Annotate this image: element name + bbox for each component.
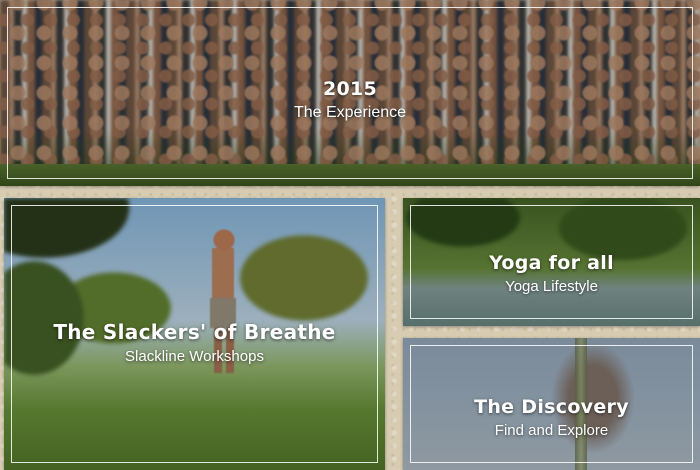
tile-subtitle: Find and Explore [494, 422, 609, 439]
tile-title: 2015 [322, 78, 378, 100]
tile-subtitle: Yoga Lifestyle [505, 278, 598, 295]
tile-caption: The Slackers' of Breathe Slackline Works… [4, 320, 385, 365]
tile-subtitle: Slackline Workshops [125, 348, 264, 365]
tile-slackline-workshops[interactable]: The Slackers' of Breathe Slackline Works… [4, 198, 385, 470]
tile-title: Yoga for all [489, 252, 614, 274]
tile-caption: 2015 The Experience [0, 78, 700, 122]
tile-caption: The Discovery Find and Explore [403, 396, 700, 439]
tile-caption: Yoga for all Yoga Lifestyle [403, 252, 700, 295]
tile-the-discovery[interactable]: The Discovery Find and Explore [403, 338, 700, 470]
tile-title: The Slackers' of Breathe [53, 320, 336, 344]
tile-the-experience[interactable]: 2015 The Experience [0, 0, 700, 186]
tile-yoga-lifestyle[interactable]: Yoga for all Yoga Lifestyle [403, 198, 700, 326]
tile-title: The Discovery [474, 396, 629, 418]
tile-subtitle: The Experience [293, 104, 407, 121]
